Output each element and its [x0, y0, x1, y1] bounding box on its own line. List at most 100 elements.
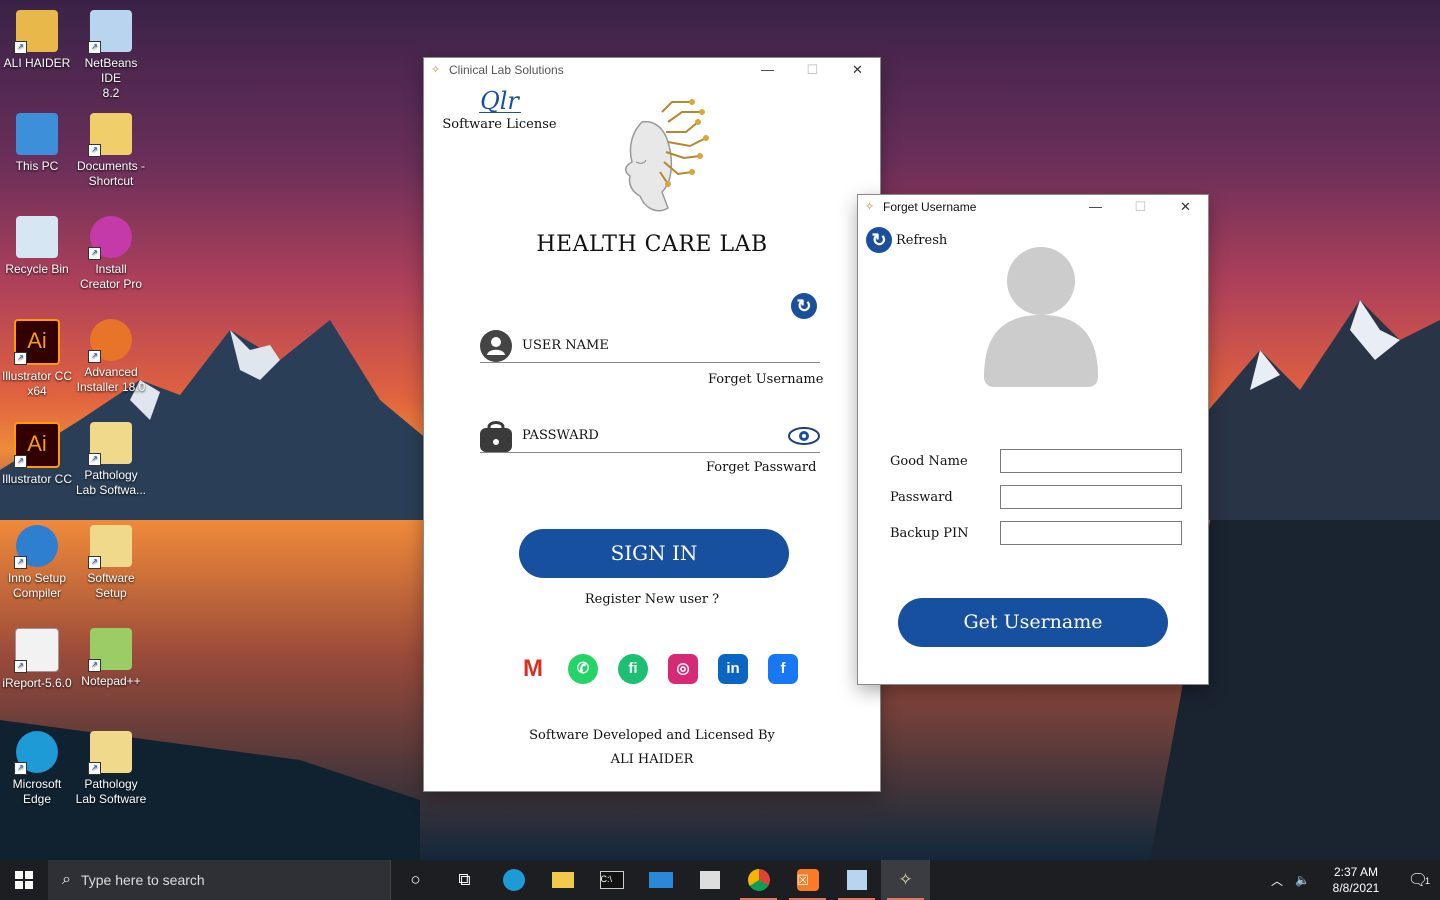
clinical-lab-taskbar-icon[interactable]: ✧ [881, 860, 930, 900]
minimize-button[interactable]: — [1073, 195, 1118, 219]
edge-icon: ↗ [14, 731, 58, 775]
desktop-icon-pathology-lab-softwa[interactable]: ↗ Pathology Lab Softwa... [74, 416, 148, 498]
documents-folder-icon: ↗ [88, 113, 132, 157]
desktop-icon-label: Pathology [84, 777, 138, 791]
netbeans-cube-icon: ↗ [88, 10, 132, 54]
desktop-icon-label: Recycle Bin [5, 262, 69, 276]
terminal-icon[interactable]: C:\ [587, 860, 636, 900]
folder-icon: ↗ [88, 731, 132, 775]
desktop-icon-label: Compiler [12, 586, 61, 600]
task-view-icon[interactable]: ⧉ [440, 860, 489, 900]
register-new-user-link[interactable]: Register New user ? [424, 592, 880, 607]
desktop-icon-illustrator-x64[interactable]: Ai ↗ Illustrator CC x64 [0, 313, 74, 399]
maximize-button[interactable]: ☐ [1118, 195, 1163, 219]
desktop-icon-documents[interactable]: ↗ Documents - Shortcut [74, 107, 148, 189]
good-name-input[interactable] [1000, 449, 1182, 473]
refresh-label: Refresh [896, 232, 948, 248]
desktop-icon-edge[interactable]: ↗ Microsoft Edge [0, 725, 74, 807]
desktop-icon-pathology-lab-software[interactable]: ↗ Pathology Lab Software [74, 725, 148, 807]
facebook-icon[interactable]: f [768, 654, 798, 684]
desktop-icon-label: Install [95, 262, 127, 276]
mail-icon[interactable] [636, 860, 685, 900]
user-icon [480, 330, 512, 362]
footer-line-1: Software Developed and Licensed By [529, 728, 775, 743]
search-icon: ⌕ [62, 871, 71, 888]
refresh-icon[interactable]: ↻ [791, 293, 817, 319]
install-creator-icon: ↗ [88, 216, 132, 260]
clock-time: 2:37 AM [1333, 865, 1379, 879]
linkedin-icon[interactable]: in [718, 654, 748, 684]
login-window: ✧ Clinical Lab Solutions — ☐ ✕ Qlr Softw… [424, 58, 880, 791]
desktop-icon-install-creator[interactable]: ↗ Install Creator Pro [74, 210, 148, 292]
folder-icon: ↗ [88, 525, 132, 569]
close-button[interactable]: ✕ [1163, 195, 1208, 219]
desktop-icon-recycle-bin[interactable]: Recycle Bin [0, 210, 74, 277]
start-button[interactable] [0, 860, 48, 900]
gmail-icon[interactable]: M [518, 654, 548, 684]
ai-head-logo [625, 99, 709, 212]
software-license-link[interactable]: Qlr Software License [442, 86, 557, 132]
clock[interactable]: 2:37 AM 8/8/2021 [1324, 864, 1388, 896]
password-label: PASSWARD [522, 428, 599, 443]
window-title: Forget Username [883, 200, 977, 214]
xampp-icon[interactable]: ☒ [783, 860, 832, 900]
username-field[interactable]: USER NAME [480, 330, 820, 363]
minimize-button[interactable]: — [745, 58, 790, 82]
close-button[interactable]: ✕ [835, 58, 880, 82]
edge-taskbar-icon[interactable] [489, 860, 538, 900]
store-icon[interactable] [685, 860, 734, 900]
desktop-icon-notepadpp[interactable]: ↗ Notepad++ [74, 622, 148, 689]
good-name-label: Good Name [890, 454, 968, 469]
desktop-icon-netbeans[interactable]: ↗ NetBeans IDE 8.2 [74, 4, 148, 101]
desktop-icon-advanced-installer[interactable]: ↗ Advanced Installer 18.0 [74, 313, 148, 395]
app-logo-icon: ✧ [431, 64, 441, 76]
desktop-icon-ali-haider[interactable]: ↗ ALI HAIDER [0, 4, 74, 71]
taskbar-search[interactable]: ⌕ Type here to search [48, 860, 391, 900]
forget-password-link[interactable]: Forget Passward [706, 460, 816, 475]
desktop-icon-label: x64 [27, 384, 47, 398]
desktop-icon-software-setup[interactable]: ↗ Software Setup [74, 519, 148, 601]
maximize-button[interactable]: ☐ [790, 58, 835, 82]
search-placeholder: Type here to search [80, 872, 205, 888]
desktop-icon-illustrator[interactable]: Ai ↗ Illustrator CC [0, 416, 74, 487]
ireport-icon: ↗ [14, 628, 59, 673]
backup-pin-input[interactable] [1000, 521, 1182, 545]
desktop-icon-this-pc[interactable]: This PC [0, 107, 74, 174]
netbeans-taskbar-icon[interactable] [832, 860, 881, 900]
username-label: USER NAME [522, 338, 609, 353]
desktop-icon-label: 8.2 [102, 86, 120, 100]
desktop-icon-label: Advanced [84, 365, 138, 379]
good-name-row: Good Name [890, 449, 1182, 475]
notepadpp-icon: ↗ [88, 628, 132, 672]
desktop-icon-label: Inno Setup [7, 571, 67, 585]
sign-in-button[interactable]: SIGN IN [519, 529, 789, 578]
password-row: Passward [890, 485, 1182, 511]
desktop-icon-inno-setup[interactable]: ↗ Inno Setup Compiler [0, 519, 74, 601]
notification-count: 1 [1424, 876, 1430, 886]
app-logo-icon: ✧ [865, 201, 875, 213]
forget-username-link[interactable]: Forget Username [708, 372, 823, 387]
refresh-button[interactable]: ↻ Refresh [866, 227, 947, 253]
notification-center-icon[interactable]: 🗨 1 [1396, 870, 1440, 890]
login-titlebar[interactable]: ✧ Clinical Lab Solutions — ☐ ✕ [424, 58, 880, 82]
password-field[interactable]: PASSWARD [480, 420, 820, 453]
whatsapp-icon[interactable]: ✆ [568, 654, 598, 684]
desktop-icon-label: Notepad++ [81, 674, 141, 688]
password-input[interactable] [1000, 485, 1182, 509]
signature-icon: Qlr [480, 87, 519, 115]
instagram-icon[interactable]: ◎ [668, 654, 698, 684]
desktop-icon-ireport[interactable]: ↗ iReport-5.6.0 [0, 622, 74, 691]
computer-icon [16, 113, 58, 155]
get-username-button[interactable]: Get Username [898, 598, 1168, 647]
cortana-icon[interactable]: ○ [391, 860, 440, 900]
desktop-icon-label: Lab Softwa... [75, 483, 147, 497]
show-password-eye-icon[interactable] [788, 426, 820, 451]
volume-icon[interactable]: 🔈 [1295, 873, 1310, 887]
chrome-icon[interactable] [734, 860, 783, 900]
fiverr-icon[interactable]: fi [618, 654, 648, 684]
forget-titlebar[interactable]: ✧ Forget Username — ☐ ✕ [858, 195, 1208, 219]
desktop-icon-label: Illustrator CC [1, 472, 72, 486]
window-title: Clinical Lab Solutions [449, 63, 564, 77]
chevron-up-icon[interactable]: ︿ [1271, 872, 1283, 889]
file-explorer-icon[interactable] [538, 860, 587, 900]
